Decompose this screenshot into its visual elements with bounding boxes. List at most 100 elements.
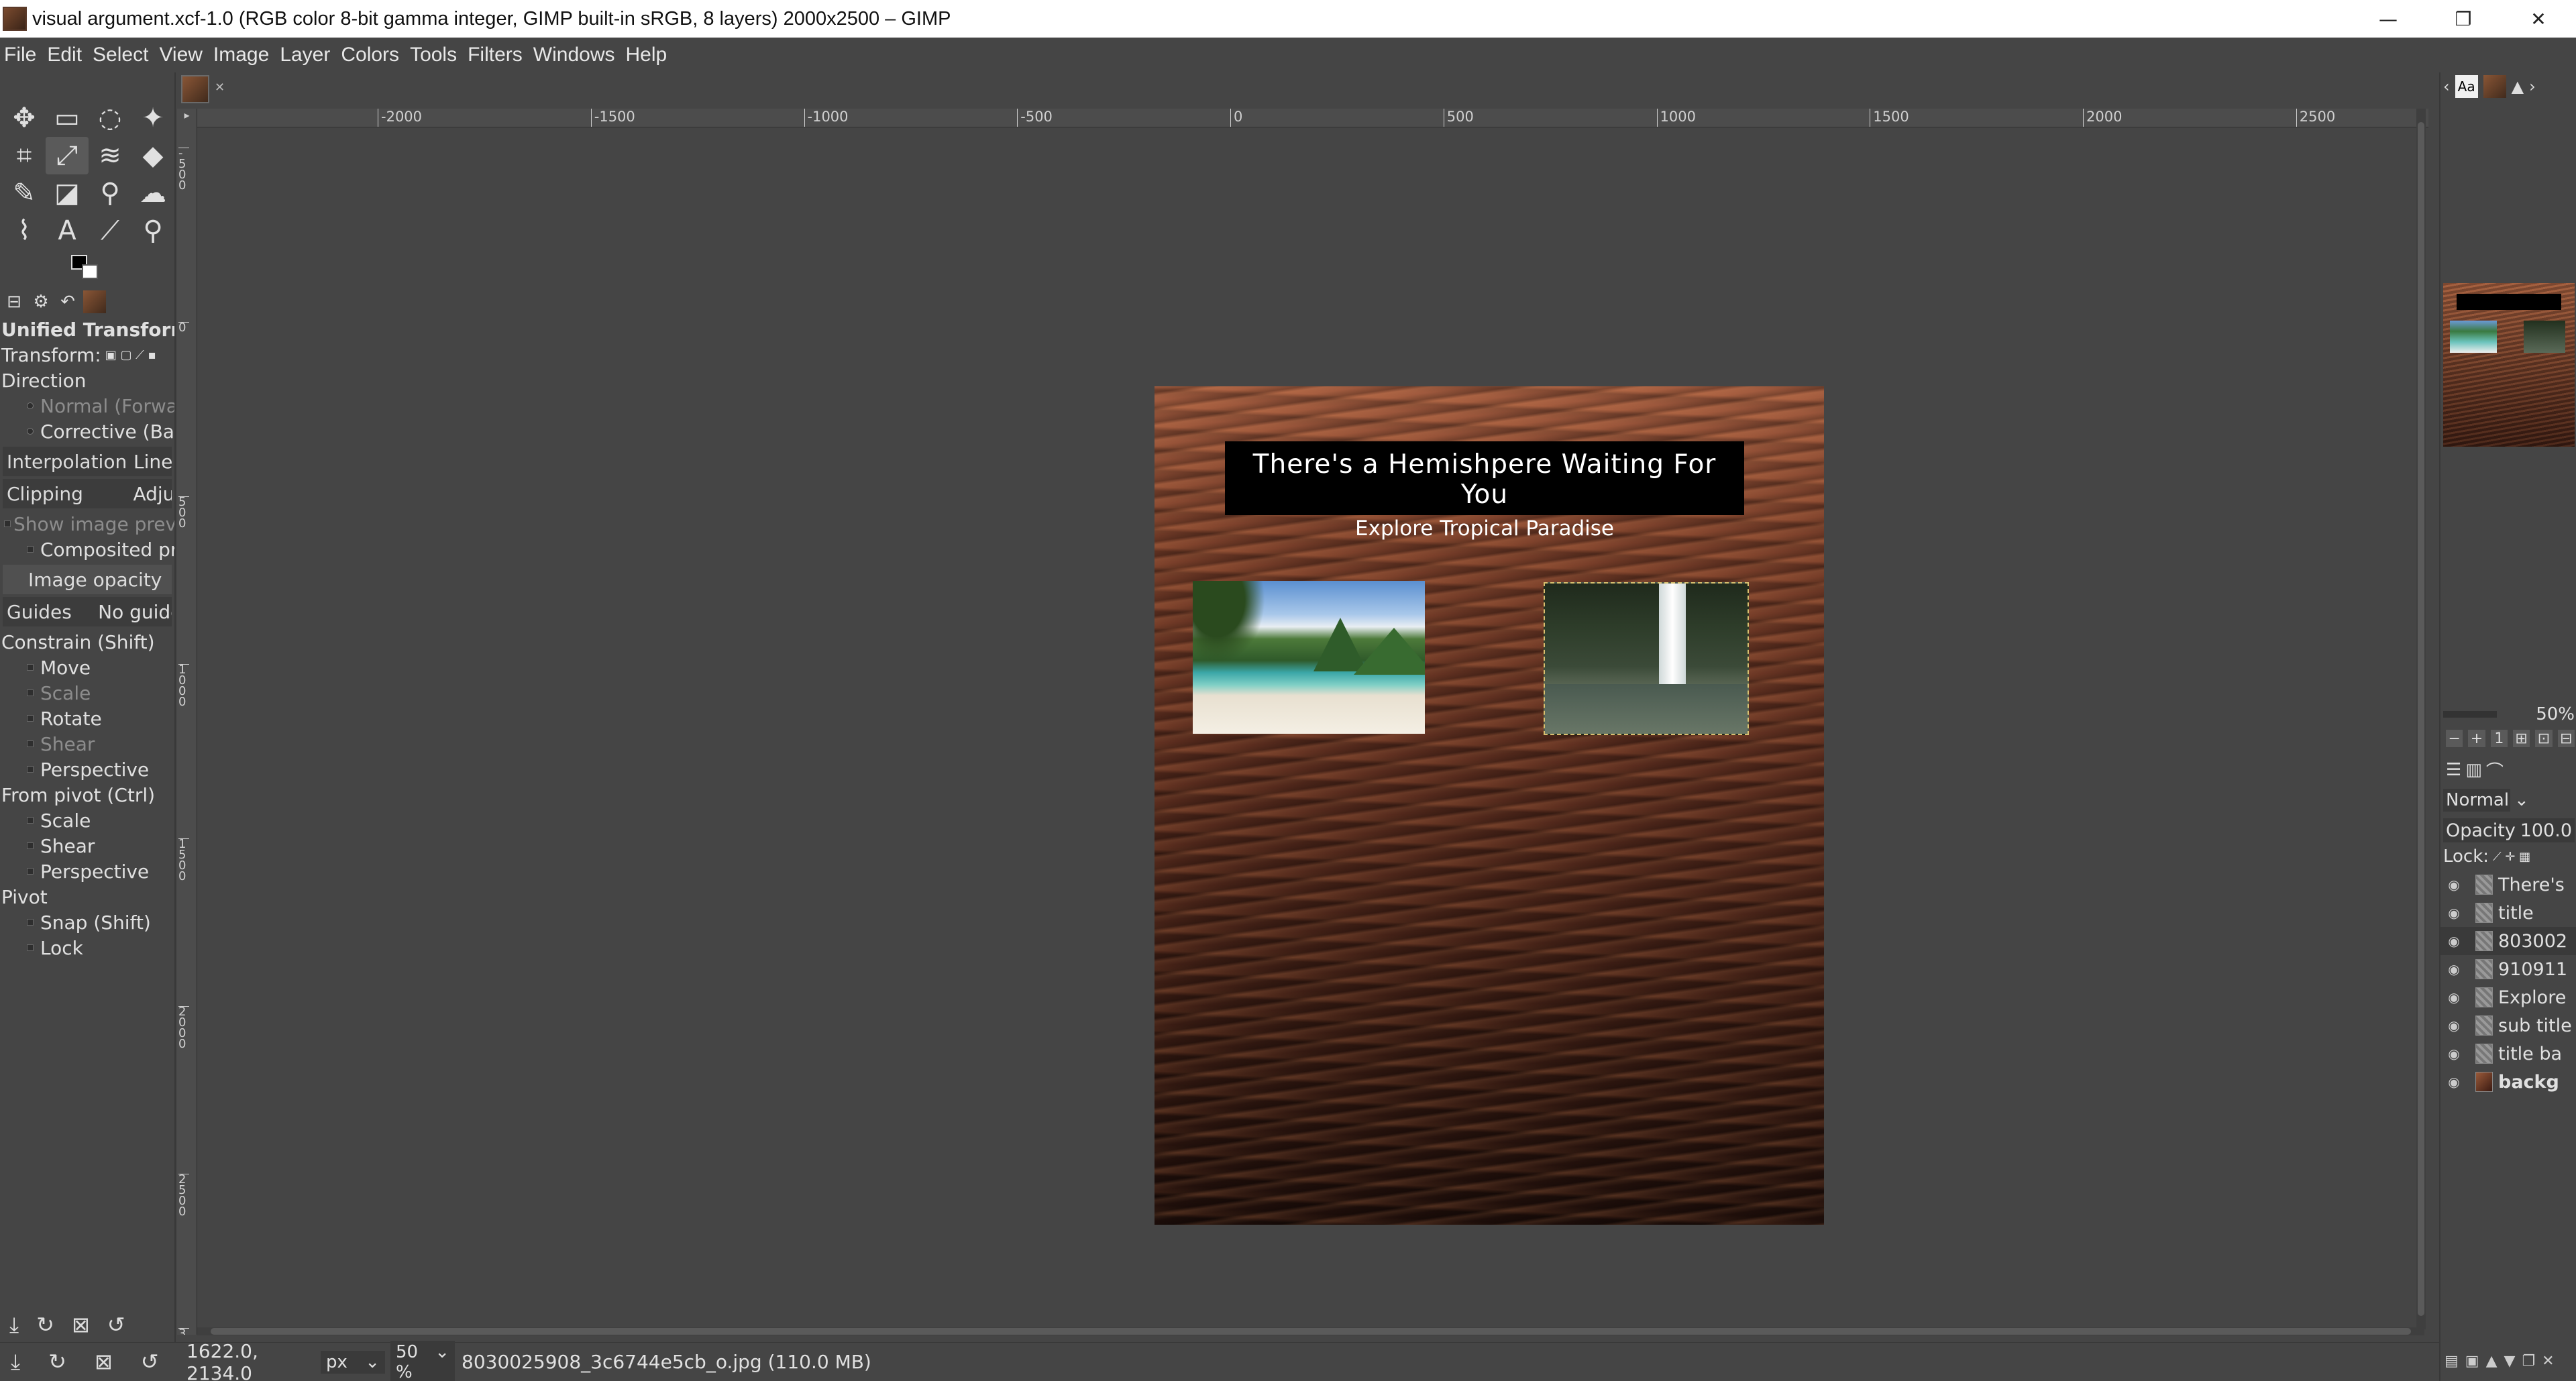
vertical-scrollbar[interactable] xyxy=(2416,109,2426,1329)
direction-corrective-radio[interactable]: Corrective (Backward) xyxy=(0,419,174,444)
smudge-tool-icon[interactable]: ☁ xyxy=(131,174,174,212)
clipping-select[interactable]: Clipping Adjust xyxy=(3,479,172,508)
menu-tools[interactable]: Tools xyxy=(410,44,457,66)
menu-file[interactable]: File xyxy=(4,44,36,66)
restore-options-icon[interactable]: ↻ xyxy=(36,1312,54,1337)
pivot-lock-checkbox[interactable]: Lock xyxy=(0,935,174,960)
layer-mode-select[interactable]: Normal xyxy=(2443,789,2510,812)
scrollbar-thumb[interactable] xyxy=(2418,122,2424,1316)
layer-group-icon[interactable]: ▣ xyxy=(2465,1353,2479,1370)
waterfall-photo-layer[interactable] xyxy=(1544,582,1749,735)
navigator-tab-icon[interactable] xyxy=(2483,75,2506,98)
layer-row[interactable]: ◉ sub title xyxy=(2440,1011,2576,1040)
composited-preview-checkbox[interactable]: Composited preview xyxy=(0,537,174,562)
layer-row[interactable]: ◉ Explore xyxy=(2440,983,2576,1011)
paths-tab-icon[interactable]: ⌒ xyxy=(2486,758,2504,783)
lower-layer-icon[interactable]: ▼ xyxy=(2504,1353,2516,1370)
vertical-ruler[interactable]: -500 0 500 1000 1500 2000 2500 3 xyxy=(177,127,197,1335)
undo-history-tab-icon[interactable]: ↶ xyxy=(56,290,79,313)
unit-select[interactable]: px ⌄ xyxy=(321,1350,385,1374)
zoom-1-1-icon[interactable]: 1 xyxy=(2490,730,2508,747)
raise-layer-icon[interactable]: ▲ xyxy=(2486,1353,2498,1370)
bucket-fill-tool-icon[interactable]: ◆ xyxy=(131,137,174,174)
image-tab-thumbnail[interactable] xyxy=(181,75,209,103)
warp-transform-tool-icon[interactable]: ≋ xyxy=(89,137,131,174)
refresh-icon[interactable]: ↻ xyxy=(48,1349,66,1375)
delete-layer-icon[interactable]: ✕ xyxy=(2542,1353,2554,1370)
pivot-perspective-checkbox[interactable]: Perspective xyxy=(0,859,174,884)
unified-transform-tool-icon[interactable]: ⤢ xyxy=(46,137,89,174)
quick-mask-corner-button[interactable]: ▸ xyxy=(177,109,197,127)
reset-options-icon[interactable]: ↺ xyxy=(107,1312,125,1337)
delete-icon[interactable]: ⊠ xyxy=(95,1349,113,1375)
brush-tab-icon[interactable]: ▲ xyxy=(2512,77,2524,96)
tool-options-tab-icon[interactable]: ⊟ xyxy=(3,290,25,313)
menu-windows[interactable]: Windows xyxy=(533,44,615,66)
zoom-fill-icon[interactable]: ⊡ xyxy=(2535,730,2553,747)
color-picker-tool-icon[interactable]: ⟋ xyxy=(89,212,131,250)
pivot-snap-checkbox[interactable]: Snap (Shift) xyxy=(0,909,174,935)
visibility-eye-icon[interactable]: ◉ xyxy=(2440,1074,2467,1090)
image-opacity-slider[interactable]: Image opacity xyxy=(3,565,172,594)
image-tab-close-icon[interactable]: ✕ xyxy=(215,80,225,95)
new-layer-icon[interactable]: ▤ xyxy=(2445,1353,2459,1370)
menu-select[interactable]: Select xyxy=(93,44,148,66)
save-options-icon[interactable]: ⤓ xyxy=(9,1312,19,1338)
visibility-eye-icon[interactable]: ◉ xyxy=(2440,989,2467,1005)
menu-layer[interactable]: Layer xyxy=(280,44,330,66)
fuzzy-select-tool-icon[interactable]: ✦ xyxy=(131,99,174,137)
clone-tool-icon[interactable]: ⚲ xyxy=(89,174,131,212)
navigator-preview[interactable] xyxy=(2443,283,2575,447)
layer-row[interactable]: ◉ 910911 xyxy=(2440,955,2576,983)
images-tab-icon[interactable] xyxy=(83,290,106,313)
close-button[interactable]: ✕ xyxy=(2501,0,2576,38)
zoom-tool-icon[interactable]: ⚲ xyxy=(131,212,174,250)
save-icon[interactable]: ⤓ xyxy=(11,1349,20,1375)
minimize-button[interactable]: — xyxy=(2351,0,2426,38)
visibility-eye-icon[interactable]: ◉ xyxy=(2440,933,2467,949)
zoom-in-icon[interactable]: + xyxy=(2468,730,2485,747)
move-tool-icon[interactable]: ✥ xyxy=(3,99,46,137)
paintbrush-tool-icon[interactable]: ✎ xyxy=(3,174,46,212)
visibility-eye-icon[interactable]: ◉ xyxy=(2440,877,2467,893)
paths-tool-icon[interactable]: ⌇ xyxy=(3,212,46,250)
horizontal-ruler[interactable]: -2000-1500-1000-500050010001500200025003… xyxy=(197,109,2428,127)
beach-photo-layer[interactable] xyxy=(1193,581,1425,734)
layer-row[interactable]: ◉ title xyxy=(2440,899,2576,927)
constrain-perspective-checkbox[interactable]: Perspective xyxy=(0,757,174,782)
device-status-tab-icon[interactable]: ⚙ xyxy=(30,290,52,313)
image-canvas[interactable]: There's a Hemishpere Waiting For You Exp… xyxy=(1155,386,1824,1225)
zoom-out-icon[interactable]: − xyxy=(2446,730,2463,747)
duplicate-layer-icon[interactable]: ❐ xyxy=(2522,1353,2535,1370)
scrollbar-thumb[interactable] xyxy=(211,1328,2411,1335)
direction-normal-radio[interactable]: Normal (Forward) xyxy=(0,393,174,419)
chevron-right-icon[interactable]: › xyxy=(2529,77,2536,96)
background-color[interactable] xyxy=(82,264,98,279)
visibility-eye-icon[interactable]: ◉ xyxy=(2440,905,2467,921)
lock-pixels-icon[interactable]: ⟋ ✛ ▦ xyxy=(2493,850,2530,864)
chevron-left-icon[interactable]: ‹ xyxy=(2443,77,2450,96)
pivot-scale-checkbox[interactable]: Scale xyxy=(0,808,174,833)
layers-tab-icon[interactable]: ☰ xyxy=(2446,760,2461,780)
reset-icon[interactable]: ↺ xyxy=(141,1349,159,1375)
menu-edit[interactable]: Edit xyxy=(47,44,82,66)
layer-opacity-slider[interactable]: Opacity 100.0 xyxy=(2443,818,2575,842)
layer-row[interactable]: ◉ There's xyxy=(2440,871,2576,899)
zoom-fit-icon[interactable]: ⊞ xyxy=(2512,730,2530,747)
fonts-tab-icon[interactable]: Aa xyxy=(2455,75,2478,98)
interpolation-select[interactable]: Interpolation Linear xyxy=(3,447,172,476)
layer-row[interactable]: ◉ 803002 xyxy=(2440,927,2576,955)
crop-tool-icon[interactable]: ⌗ xyxy=(3,137,46,174)
visibility-eye-icon[interactable]: ◉ xyxy=(2440,961,2467,977)
shrink-wrap-icon[interactable]: ⊟ xyxy=(2557,730,2575,747)
show-preview-checkbox[interactable]: Show image preview xyxy=(0,511,174,537)
horizontal-scrollbar[interactable] xyxy=(197,1327,2424,1335)
constrain-move-checkbox[interactable]: Move xyxy=(0,655,174,680)
channels-tab-icon[interactable]: ▥ xyxy=(2465,760,2482,780)
layer-row[interactable]: ◉ title ba xyxy=(2440,1040,2576,1068)
menu-view[interactable]: View xyxy=(159,44,202,66)
rect-select-tool-icon[interactable]: ▭ xyxy=(46,99,89,137)
menu-image[interactable]: Image xyxy=(213,44,269,66)
constrain-scale-checkbox[interactable]: Scale xyxy=(0,680,174,706)
menu-filters[interactable]: Filters xyxy=(468,44,523,66)
